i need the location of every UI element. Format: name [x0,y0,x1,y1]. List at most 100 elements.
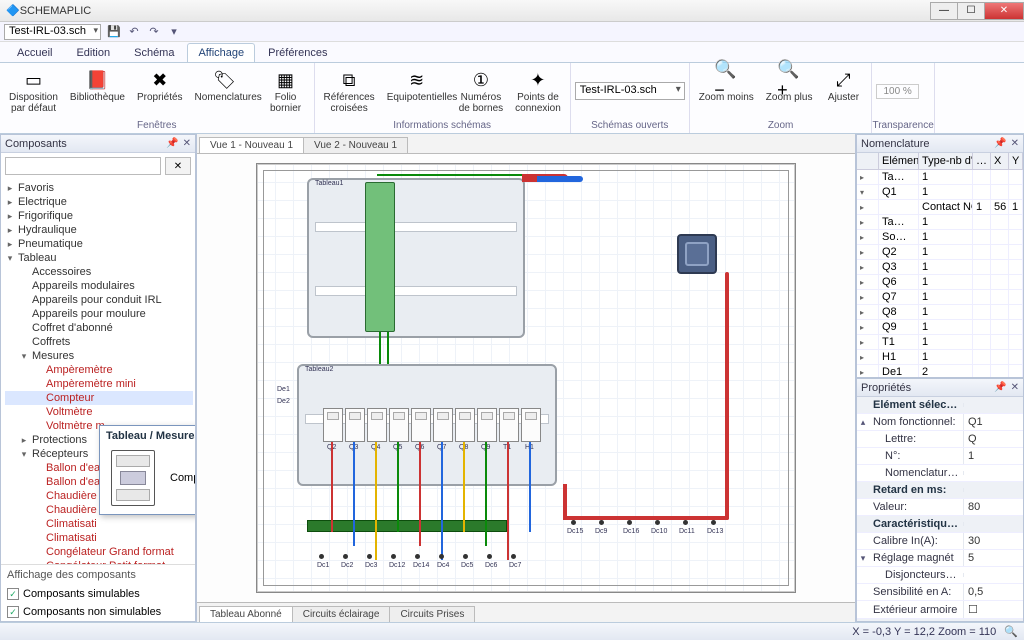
device-q1[interactable] [365,182,395,332]
tab-accueil[interactable]: Accueil [6,43,63,62]
zoom-btn-0[interactable]: 🔍−Zoom moins [694,65,759,107]
nomen-row[interactable]: ▸Q31 [857,260,1023,275]
tree-item[interactable]: Appareils modulaires [5,279,193,293]
infos-btn-1[interactable]: ≋Equipotentielles [382,65,452,107]
nomen-row[interactable]: ▸T11 [857,335,1023,350]
nomen-row[interactable]: ▸H11 [857,350,1023,365]
sheet-tab-eclairage[interactable]: Circuits éclairage [292,606,391,622]
tree-item[interactable]: ▸Electrique [5,195,193,209]
breaker-Q6[interactable] [411,408,431,442]
prop-row[interactable]: Calibre In(A):30 [857,533,1023,550]
nomen-row[interactable]: ▸ Contact NO T…1561 [857,200,1023,215]
infos-btn-0[interactable]: ⧉Référencescroisées [319,65,380,117]
nomen-row[interactable]: ▸De12 [857,365,1023,377]
nonsimulable-checkbox[interactable]: ✓ [7,606,19,618]
nomen-row[interactable]: ▸Q21 [857,245,1023,260]
tree-item[interactable]: Congélateur Petit format [5,559,193,564]
transparency-value[interactable]: 100 % [876,84,918,99]
breaker-Q8[interactable] [455,408,475,442]
prop-row[interactable]: N°:1 [857,448,1023,465]
tree-item[interactable]: Appareils pour moulure [5,307,193,321]
tree-item[interactable]: Coffrets [5,335,193,349]
minimize-button[interactable]: — [930,2,958,20]
breaker-Q5[interactable] [389,408,409,442]
redo-icon[interactable]: ↷ [147,25,161,39]
infos-btn-2[interactable]: ①Numérosde bornes [454,65,508,117]
nomen-row[interactable]: ▸Q81 [857,305,1023,320]
prop-row[interactable]: Lettre:Q [857,431,1023,448]
tree-item[interactable]: ▾Tableau [5,251,193,265]
nomen-row[interactable]: ▸So…1 [857,230,1023,245]
breaker-Q3[interactable] [345,408,365,442]
clear-search-button[interactable]: ✕ [165,157,191,175]
tab-affichage[interactable]: Affichage [187,43,255,62]
view-tab-1[interactable]: Vue 1 - Nouveau 1 [199,137,304,153]
breaker-Q4[interactable] [367,408,387,442]
nomenclature-grid[interactable]: ElémentType-nb d'él……XY▸Ta…1▾Q11▸ Contac… [857,153,1023,377]
breaker-T1[interactable] [499,408,519,442]
prop-row[interactable]: Caractéristiques électriques [857,516,1023,533]
view-tab-2[interactable]: Vue 2 - Nouveau 1 [303,137,408,153]
prop-row[interactable]: Sensibilité en A:0,5 [857,584,1023,601]
pin-icon[interactable]: 📌 [166,138,178,149]
nomen-row[interactable]: ▸Q71 [857,290,1023,305]
prop-row[interactable]: Retard en ms: [857,482,1023,499]
zoom-btn-2[interactable]: ⤢Ajuster [819,65,867,107]
breaker-Q7[interactable] [433,408,453,442]
tree-item[interactable]: Accessoires [5,265,193,279]
pin-icon[interactable]: 📌 [994,382,1006,393]
fenetres-btn-3[interactable]: 🏷Nomenclatures [190,65,260,107]
panel-close-icon[interactable]: ✕ [1011,138,1019,149]
fenetres-btn-0[interactable]: ▭Dispositionpar défaut [4,65,63,117]
tab-preferences[interactable]: Préférences [257,43,338,62]
prop-row[interactable]: Valeur:80 [857,499,1023,516]
fenetres-btn-2[interactable]: ✖Propriétés [132,65,188,107]
tree-item[interactable]: Climatisati [5,517,193,531]
prop-row[interactable]: ▾Réglage magnét5 [857,550,1023,567]
tree-item[interactable]: ▸Frigorifique [5,209,193,223]
tree-item[interactable]: Climatisati [5,531,193,545]
prop-row[interactable]: Disjoncteurs ‹ Courbes B,C… [857,567,1023,584]
properties-grid[interactable]: Elément sélectionné Q1 Contact …▴Nom fon… [857,397,1023,621]
prop-row[interactable]: ▴Nom fonctionnel:Q1 [857,414,1023,431]
tree-item[interactable]: ▸Pneumatique [5,237,193,251]
socket-device[interactable] [677,234,717,274]
nomen-row[interactable]: ▾Q11 [857,185,1023,200]
schematic-canvas[interactable]: Tableau1 Tableau2 Q2Q3Q4Q5Q6Q7Q8Q9T1H1 [197,154,855,602]
tree-item[interactable]: Voltmètre [5,405,193,419]
nomen-row[interactable]: ▸Ta…1 [857,215,1023,230]
fenetres-btn-1[interactable]: 📕Bibliothèque [65,65,130,107]
prop-row[interactable]: Elément sélectionné Q1 Contact … [857,397,1023,414]
breaker-H1[interactable] [521,408,541,442]
prop-row[interactable]: Nomenclature (C [857,465,1023,482]
tab-edition[interactable]: Edition [65,43,121,62]
panel-close-icon[interactable]: ✕ [1011,382,1019,393]
qa-dropdown-icon[interactable]: ▾ [167,25,181,39]
fenetres-btn-4[interactable]: ▦Foliobornier [262,65,310,117]
close-button[interactable]: ✕ [984,2,1024,20]
tree-item[interactable]: Coffret d'abonné [5,321,193,335]
tree-item[interactable]: ▸Hydraulique [5,223,193,237]
tree-item[interactable]: Appareils pour conduit IRL [5,293,193,307]
nomen-row[interactable]: ▸Q91 [857,320,1023,335]
sheet-tab-abonne[interactable]: Tableau Abonné [199,606,293,622]
zoom-btn-1[interactable]: 🔍+Zoom plus [761,65,818,107]
tree-item[interactable]: ▾Mesures [5,349,193,363]
pin-icon[interactable]: 📌 [994,138,1006,149]
prop-row[interactable]: ▴Ordonner les appareils [857,619,1023,621]
breaker-Q2[interactable] [323,408,343,442]
simulable-checkbox[interactable]: ✓ [7,588,19,600]
open-schema-combo[interactable]: Test-IRL-03.sch [575,82,685,100]
save-icon[interactable]: 💾 [107,25,121,39]
prop-row[interactable]: Extérieur armoire☐ [857,601,1023,619]
tree-item[interactable]: ▸Favoris [5,181,193,195]
component-tree[interactable]: ▸Favoris▸Electrique▸Frigorifique▸Hydraul… [1,179,195,564]
zoom-in-icon[interactable]: 🔍 [1004,625,1018,638]
maximize-button[interactable]: ☐ [957,2,985,20]
breaker-Q9[interactable] [477,408,497,442]
tree-item[interactable]: Compteur [5,391,193,405]
tree-item[interactable]: Congélateur Grand format [5,545,193,559]
nomen-row[interactable]: ▸Q61 [857,275,1023,290]
nomen-row[interactable]: ▸Ta…1 [857,170,1023,185]
infos-btn-3[interactable]: ✦Points deconnexion [510,65,566,117]
